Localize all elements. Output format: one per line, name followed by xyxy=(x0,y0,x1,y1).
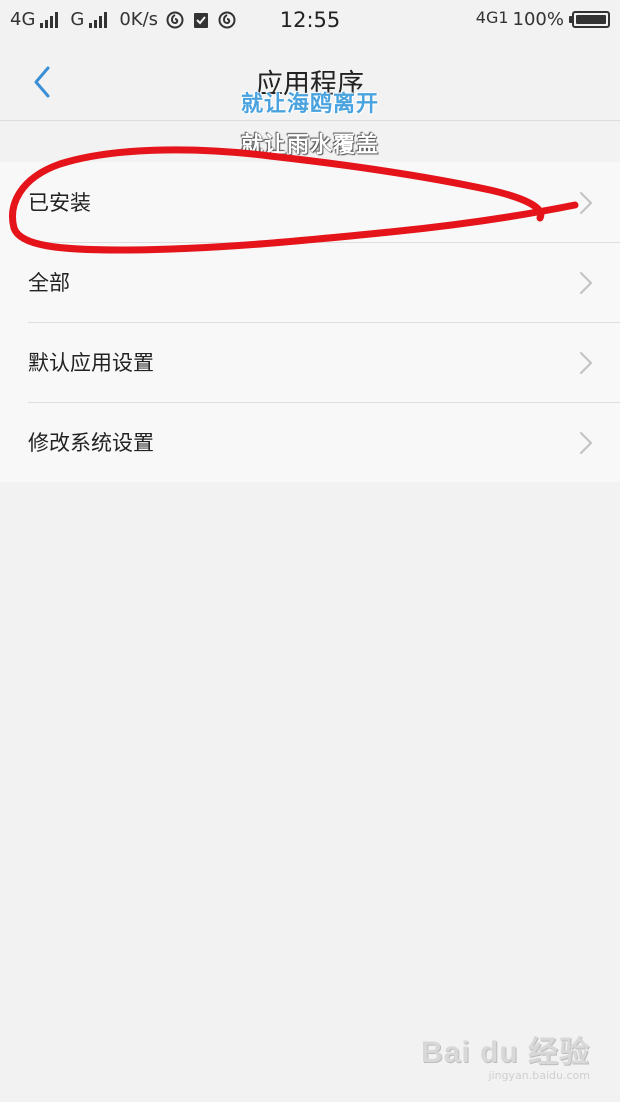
settings-menu: 已安装 全部 默认应用设置 修改系统设置 xyxy=(0,162,620,482)
watermark-text-2: 就让雨水覆盖 xyxy=(240,133,379,158)
baidu-jingyan-logo: Bai du 经验 jingyan.baidu.com xyxy=(421,1027,590,1082)
menu-item-default-apps[interactable]: 默认应用设置 xyxy=(0,322,620,402)
battery-percent: 100% xyxy=(512,9,564,30)
chevron-right-icon xyxy=(579,351,593,375)
battery-icon xyxy=(569,11,610,28)
menu-item-modify-system-settings[interactable]: 修改系统设置 xyxy=(0,402,620,482)
menu-item-label: 修改系统设置 xyxy=(28,431,154,455)
chevron-right-icon xyxy=(579,431,593,455)
chevron-right-icon xyxy=(579,271,593,295)
status-right: 4G1 100% xyxy=(475,8,610,30)
menu-item-label: 已安装 xyxy=(28,191,91,215)
page-title: 应用程序 xyxy=(256,69,364,100)
navigation-bar: 应用程序 xyxy=(0,42,620,121)
network-type-right: 4G1 xyxy=(475,8,509,27)
menu-item-label: 默认应用设置 xyxy=(28,351,154,375)
menu-item-label: 全部 xyxy=(28,271,70,295)
status-bar: 4G G 0K/s 12:55 4G1 100% xyxy=(0,0,620,42)
menu-item-installed[interactable]: 已安装 xyxy=(0,162,620,242)
chevron-right-icon xyxy=(579,191,593,215)
logo-text: Bai du 经验 xyxy=(420,1036,590,1069)
menu-item-all[interactable]: 全部 xyxy=(0,242,620,322)
